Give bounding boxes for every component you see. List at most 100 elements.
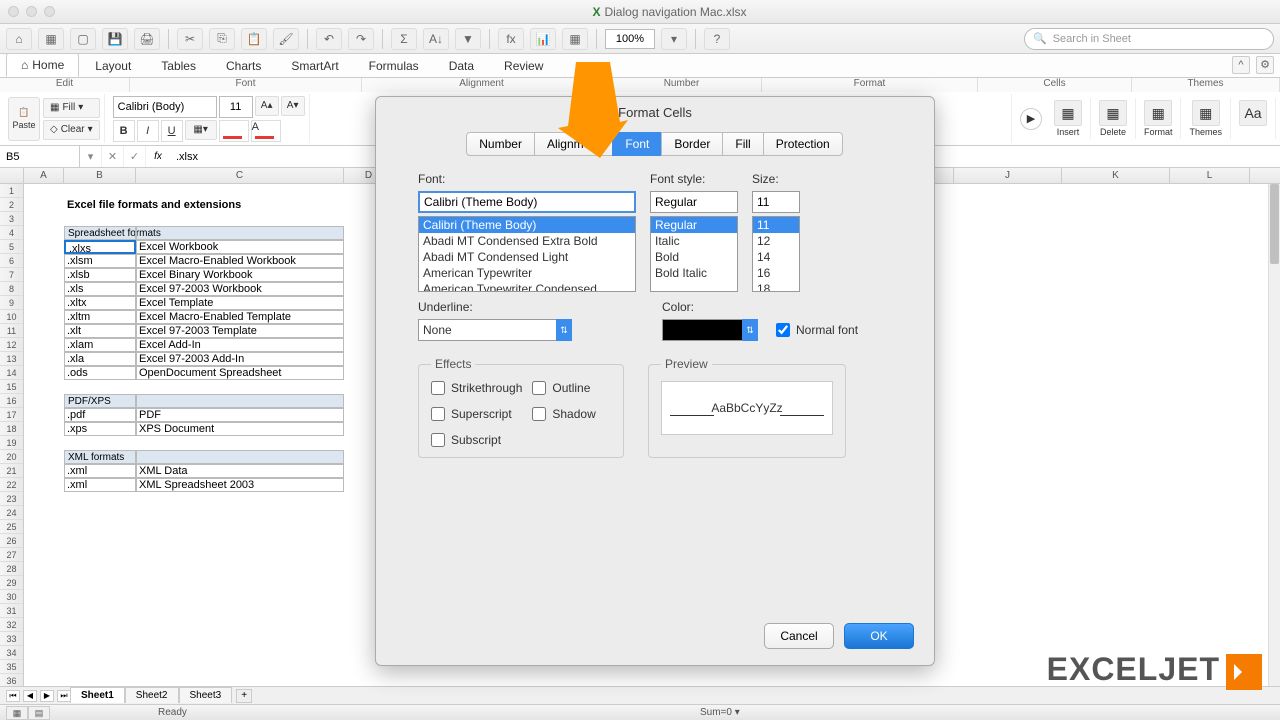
normal-font-checkbox[interactable]: Normal font bbox=[776, 318, 858, 341]
cut-icon[interactable]: ✂ bbox=[177, 28, 203, 50]
font-list[interactable]: Calibri (Theme Body)Abadi MT Condensed E… bbox=[418, 216, 636, 292]
underline-button[interactable]: U bbox=[161, 120, 183, 142]
cell[interactable]: .xls bbox=[64, 282, 136, 296]
cell[interactable]: XML Data bbox=[136, 464, 344, 478]
file-icon[interactable]: ▦ bbox=[38, 28, 64, 50]
next-arrow-icon[interactable]: ▶ bbox=[1020, 108, 1042, 130]
style-list[interactable]: RegularItalicBoldBold Italic bbox=[650, 216, 738, 292]
namebox-dropdown-icon[interactable]: ▾ bbox=[80, 146, 102, 167]
font-input[interactable] bbox=[418, 191, 636, 213]
cell[interactable]: PDF/XPS bbox=[64, 394, 344, 408]
cell[interactable]: Excel Workbook bbox=[136, 240, 344, 254]
sheet-tab-1[interactable]: Sheet1 bbox=[70, 687, 125, 703]
list-item[interactable]: 12 bbox=[753, 233, 799, 249]
prev-sheet-icon[interactable]: ◀ bbox=[23, 690, 37, 702]
sheet-tab-3[interactable]: Sheet3 bbox=[179, 687, 233, 703]
tab-data[interactable]: Data bbox=[435, 55, 488, 77]
next-sheet-icon[interactable]: ▶ bbox=[40, 690, 54, 702]
normal-view-icon[interactable]: ▦ bbox=[6, 706, 28, 720]
text-color-button[interactable]: A bbox=[251, 120, 281, 142]
cell[interactable]: Excel file formats and extensions bbox=[64, 198, 344, 212]
cell[interactable]: .xml bbox=[64, 464, 136, 478]
undo-icon[interactable]: ↶ bbox=[316, 28, 342, 50]
name-box[interactable]: B5 bbox=[0, 146, 80, 167]
format-button[interactable]: ▦Format bbox=[1136, 98, 1182, 139]
list-item[interactable]: Italic bbox=[651, 233, 737, 249]
cell[interactable]: Excel Binary Workbook bbox=[136, 268, 344, 282]
show-icon[interactable]: ▦ bbox=[562, 28, 588, 50]
tab-home[interactable]: ⌂Home bbox=[6, 53, 79, 77]
paste-icon[interactable]: 📋 bbox=[241, 28, 267, 50]
dialog-tab-protection[interactable]: Protection bbox=[763, 132, 843, 156]
fx-icon[interactable]: fx bbox=[498, 28, 524, 50]
dialog-tab-alignment[interactable]: Alignment bbox=[534, 132, 613, 156]
layout-view-icon[interactable]: ▤ bbox=[28, 706, 50, 720]
tab-charts[interactable]: Charts bbox=[212, 55, 275, 77]
cell[interactable]: .xml bbox=[64, 478, 136, 492]
bold-button[interactable]: B bbox=[113, 120, 135, 142]
cell[interactable]: PDF bbox=[136, 408, 344, 422]
dialog-tab-fill[interactable]: Fill bbox=[722, 132, 763, 156]
search-input[interactable]: Search in Sheet bbox=[1024, 28, 1274, 50]
font-name-select[interactable] bbox=[113, 96, 217, 118]
fill-button[interactable]: ▦Fill▾ bbox=[43, 98, 100, 118]
chart-icon[interactable]: 📊 bbox=[530, 28, 556, 50]
themes-button[interactable]: ▦Themes bbox=[1181, 98, 1231, 139]
copy-icon[interactable]: ⎘ bbox=[209, 28, 235, 50]
size-list[interactable]: 1112141618 bbox=[752, 216, 800, 292]
list-item[interactable]: 18 bbox=[753, 281, 799, 292]
cell[interactable]: OpenDocument Spreadsheet bbox=[136, 366, 344, 380]
cell[interactable]: Excel Template bbox=[136, 296, 344, 310]
shadow-checkbox[interactable]: Shadow bbox=[532, 407, 611, 421]
list-item[interactable]: American Typewriter bbox=[419, 265, 635, 281]
insert-button[interactable]: ▦Insert bbox=[1046, 98, 1091, 139]
dialog-tab-border[interactable]: Border bbox=[661, 132, 723, 156]
list-item[interactable]: Bold Italic bbox=[651, 265, 737, 281]
last-sheet-icon[interactable]: ⏭ bbox=[57, 690, 71, 702]
open-icon[interactable]: ▢ bbox=[70, 28, 96, 50]
paste-button[interactable]: 📋Paste bbox=[8, 97, 40, 141]
list-item[interactable]: 16 bbox=[753, 265, 799, 281]
autosum-icon[interactable]: Σ bbox=[391, 28, 417, 50]
strikethrough-checkbox[interactable]: Strikethrough bbox=[431, 381, 522, 395]
cell[interactable]: Spreadsheet formats bbox=[64, 226, 344, 240]
dialog-tab-number[interactable]: Number bbox=[466, 132, 535, 156]
cell[interactable]: .xla bbox=[64, 352, 136, 366]
cell[interactable]: Excel Macro-Enabled Template bbox=[136, 310, 344, 324]
select-all-corner[interactable] bbox=[0, 168, 24, 183]
print-icon[interactable]: 🖨 bbox=[134, 28, 160, 50]
cell[interactable]: XML formats bbox=[64, 450, 344, 464]
format-painter-icon[interactable]: 🖌 bbox=[273, 28, 299, 50]
list-item[interactable]: Regular bbox=[651, 217, 737, 233]
cell[interactable]: Excel 97-2003 Template bbox=[136, 324, 344, 338]
traffic-lights[interactable] bbox=[8, 6, 55, 17]
tab-layout[interactable]: Layout bbox=[81, 55, 145, 77]
list-item[interactable]: Abadi MT Condensed Extra Bold bbox=[419, 233, 635, 249]
tab-review[interactable]: Review bbox=[490, 55, 557, 77]
list-item[interactable]: 14 bbox=[753, 249, 799, 265]
cell[interactable]: .xltm bbox=[64, 310, 136, 324]
size-input[interactable] bbox=[752, 191, 800, 213]
decrease-font-icon[interactable]: A▾ bbox=[281, 96, 305, 116]
vertical-scrollbar[interactable] bbox=[1268, 184, 1280, 686]
cell[interactable]: Excel 97-2003 Workbook bbox=[136, 282, 344, 296]
cell[interactable]: XML Spreadsheet 2003 bbox=[136, 478, 344, 492]
filter-icon[interactable]: ▼ bbox=[455, 28, 481, 50]
collapse-icon[interactable]: ^ bbox=[1232, 56, 1250, 74]
cancel-button[interactable]: Cancel bbox=[764, 623, 834, 649]
style-input[interactable] bbox=[650, 191, 738, 213]
first-sheet-icon[interactable]: ⏮ bbox=[6, 690, 20, 702]
list-item[interactable]: Calibri (Theme Body) bbox=[419, 217, 635, 233]
tab-formulas[interactable]: Formulas bbox=[355, 55, 433, 77]
formula-input[interactable]: .xlsx bbox=[170, 151, 204, 163]
cell[interactable]: .xlsb bbox=[64, 268, 136, 282]
outline-checkbox[interactable]: Outline bbox=[532, 381, 611, 395]
ok-button[interactable]: OK bbox=[844, 623, 914, 649]
sort-icon[interactable]: A↓ bbox=[423, 28, 449, 50]
zoom-input[interactable]: 100% bbox=[605, 29, 655, 49]
delete-button[interactable]: ▦Delete bbox=[1091, 98, 1136, 139]
cell[interactable]: .xlxs bbox=[64, 240, 136, 254]
subscript-checkbox[interactable]: Subscript bbox=[431, 433, 522, 447]
gear-icon[interactable]: ⚙ bbox=[1256, 56, 1274, 74]
list-item[interactable]: 11 bbox=[753, 217, 799, 233]
